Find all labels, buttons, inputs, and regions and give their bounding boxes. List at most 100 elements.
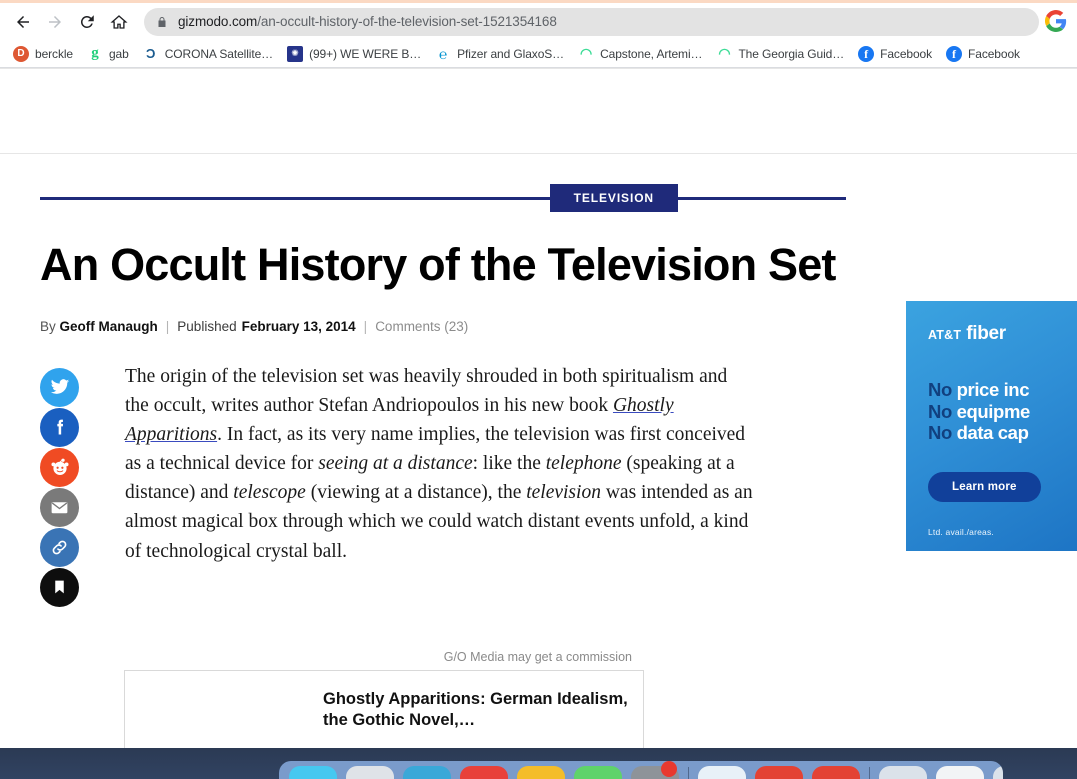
dock-item-4[interactable] xyxy=(460,766,508,779)
top-ad-slot xyxy=(0,68,1077,154)
flag-icon: ✺ xyxy=(287,45,304,62)
pfizer-icon: ℮ xyxy=(435,45,452,62)
att-brand-big: fiber xyxy=(966,323,1006,344)
url-path: /an-occult-history-of-the-television-set… xyxy=(257,14,557,29)
envelope-icon xyxy=(51,501,68,513)
em-television: television xyxy=(526,482,601,504)
google-profile-icon[interactable] xyxy=(1045,9,1069,34)
bookmark-item[interactable]: ◠ The Georgia Guid… xyxy=(709,43,851,65)
att-claim2-rest: equipme xyxy=(951,400,1031,422)
commerce-disclosure: G/O Media may get a commission xyxy=(443,649,632,664)
published-label: Published xyxy=(177,318,237,334)
reddit-alien-icon xyxy=(50,458,69,476)
kicker-row: TELEVISION xyxy=(40,183,846,213)
capstone-icon: ◠ xyxy=(578,45,595,62)
dock-separator-2 xyxy=(869,767,870,779)
em-telescope: telescope xyxy=(233,482,306,504)
dock-item-10[interactable] xyxy=(812,766,860,779)
address-bar[interactable]: gizmodo.com/an-occult-history-of-the-tel… xyxy=(144,7,1039,36)
kicker-rule-right xyxy=(678,196,846,200)
att-claim1-rest: price inc xyxy=(951,379,1030,400)
byline: By Geoff Manaugh | Published February 13,… xyxy=(40,319,846,334)
att-claim1-no: No xyxy=(928,379,952,400)
lock-icon xyxy=(156,15,168,29)
comments-link[interactable]: Comments (23) xyxy=(375,319,468,334)
bookmark-item[interactable]: ℮ Pfizer and GlaxoS… xyxy=(428,43,571,65)
reload-button[interactable] xyxy=(72,7,102,37)
bookmark-label: gab xyxy=(108,46,129,61)
product-title: Ghostly Apparitions: German Idealism, th… xyxy=(323,689,628,729)
facebook-icon: f xyxy=(946,45,963,62)
att-claim2-no: No xyxy=(928,400,952,422)
capstone-icon: ◠ xyxy=(716,45,733,62)
copy-link-button[interactable] xyxy=(40,527,79,567)
article-paragraph: The origin of the television set was hea… xyxy=(124,362,754,608)
byline-separator-2: | xyxy=(363,318,368,334)
em-telephone: telephone xyxy=(545,453,622,475)
browser-toolbar: gizmodo.com/an-occult-history-of-the-tel… xyxy=(0,3,1077,40)
sidebar-rail: AT&T fiber No price inc No equipme No da… xyxy=(886,154,1077,779)
dock-item-7[interactable] xyxy=(631,761,679,779)
os-dock xyxy=(279,761,1003,779)
link-chain-icon xyxy=(52,540,67,555)
bookmark-label: Facebook xyxy=(880,46,933,61)
em-seeing-at-a-distance: seeing at a distance xyxy=(318,453,473,475)
bookmark-label: Capstone, Artemi… xyxy=(600,46,703,61)
bookmark-item[interactable]: f Facebook xyxy=(851,43,939,65)
dock-item-6[interactable] xyxy=(574,766,622,779)
home-button[interactable] xyxy=(104,7,134,37)
article-column: TELEVISION An Occult History of the Tele… xyxy=(0,154,886,779)
bookmark-item[interactable]: ◠ Capstone, Artemi… xyxy=(571,43,709,65)
bookmark-item[interactable]: Dberckle xyxy=(6,43,80,65)
bookmarks-bar: Dberckle g gab Ɔ CORONA Satellite… ✺ (99+) … xyxy=(0,40,1077,68)
notification-badge xyxy=(661,761,677,777)
dock-item-9[interactable] xyxy=(755,766,803,779)
dock-item-8[interactable] xyxy=(698,766,746,779)
att-logo: AT&T fiber xyxy=(928,323,1077,345)
att-claim3-no: No xyxy=(928,422,952,444)
att-legal-text: Ltd. avail./areas. xyxy=(928,526,994,537)
bookmark-item[interactable]: g gab xyxy=(80,43,136,65)
twitter-share-button[interactable] xyxy=(40,367,79,407)
dock-separator xyxy=(688,767,689,779)
bookmark-label: berckle xyxy=(35,46,73,61)
dock-item-11[interactable] xyxy=(879,766,927,779)
page-title: An Occult History of the Television Set xyxy=(40,239,836,290)
att-claim3-rest: data cap xyxy=(951,422,1029,444)
bookmark-item[interactable]: Ɔ CORONA Satellite… xyxy=(136,43,280,65)
dock-item-1[interactable] xyxy=(289,766,337,779)
forward-button[interactable] xyxy=(40,7,70,37)
url-text: gizmodo.com/an-occult-history-of-the-tel… xyxy=(178,14,557,29)
att-brand-small: AT&T xyxy=(928,328,962,342)
byline-by: By xyxy=(40,318,56,334)
dock-item-5[interactable] xyxy=(517,766,565,779)
corona-icon: Ɔ xyxy=(142,45,159,62)
byline-author[interactable]: Geoff Manaugh xyxy=(60,319,158,334)
dock-item-2[interactable] xyxy=(346,766,394,779)
bookmark-item[interactable]: ✺ (99+) WE WERE B… xyxy=(280,43,428,65)
bookmark-item[interactable]: f Facebook xyxy=(939,43,1027,65)
bookmark-label: CORONA Satellite… xyxy=(164,46,274,61)
bookmark-label: (99+) WE WERE B… xyxy=(309,46,422,61)
kicker-rule-left xyxy=(40,196,550,200)
published-date: February 13, 2014 xyxy=(241,318,356,334)
att-claims: No price inc No equipme No data cap xyxy=(928,379,1077,444)
category-tag[interactable]: TELEVISION xyxy=(549,184,678,212)
para-part-3: : like the xyxy=(472,453,546,475)
url-host: gizmodo.com xyxy=(178,14,258,29)
twitter-bird-icon xyxy=(50,379,69,395)
email-share-button[interactable] xyxy=(40,487,79,527)
dock-item-3[interactable] xyxy=(403,766,451,779)
save-article-button[interactable] xyxy=(40,567,79,607)
gab-icon: g xyxy=(86,45,103,62)
att-fiber-ad[interactable]: AT&T fiber No price inc No equipme No da… xyxy=(906,301,1077,551)
facebook-f-icon xyxy=(56,419,63,435)
dock-item-13[interactable] xyxy=(993,766,1003,779)
reddit-share-button[interactable] xyxy=(40,447,79,487)
back-button[interactable] xyxy=(8,7,38,37)
share-rail xyxy=(40,362,124,608)
att-learn-more-button[interactable]: Learn more xyxy=(928,471,1041,502)
facebook-share-button[interactable] xyxy=(40,407,79,447)
duckduckgo-icon: D xyxy=(13,45,29,62)
dock-item-12[interactable] xyxy=(936,766,984,779)
